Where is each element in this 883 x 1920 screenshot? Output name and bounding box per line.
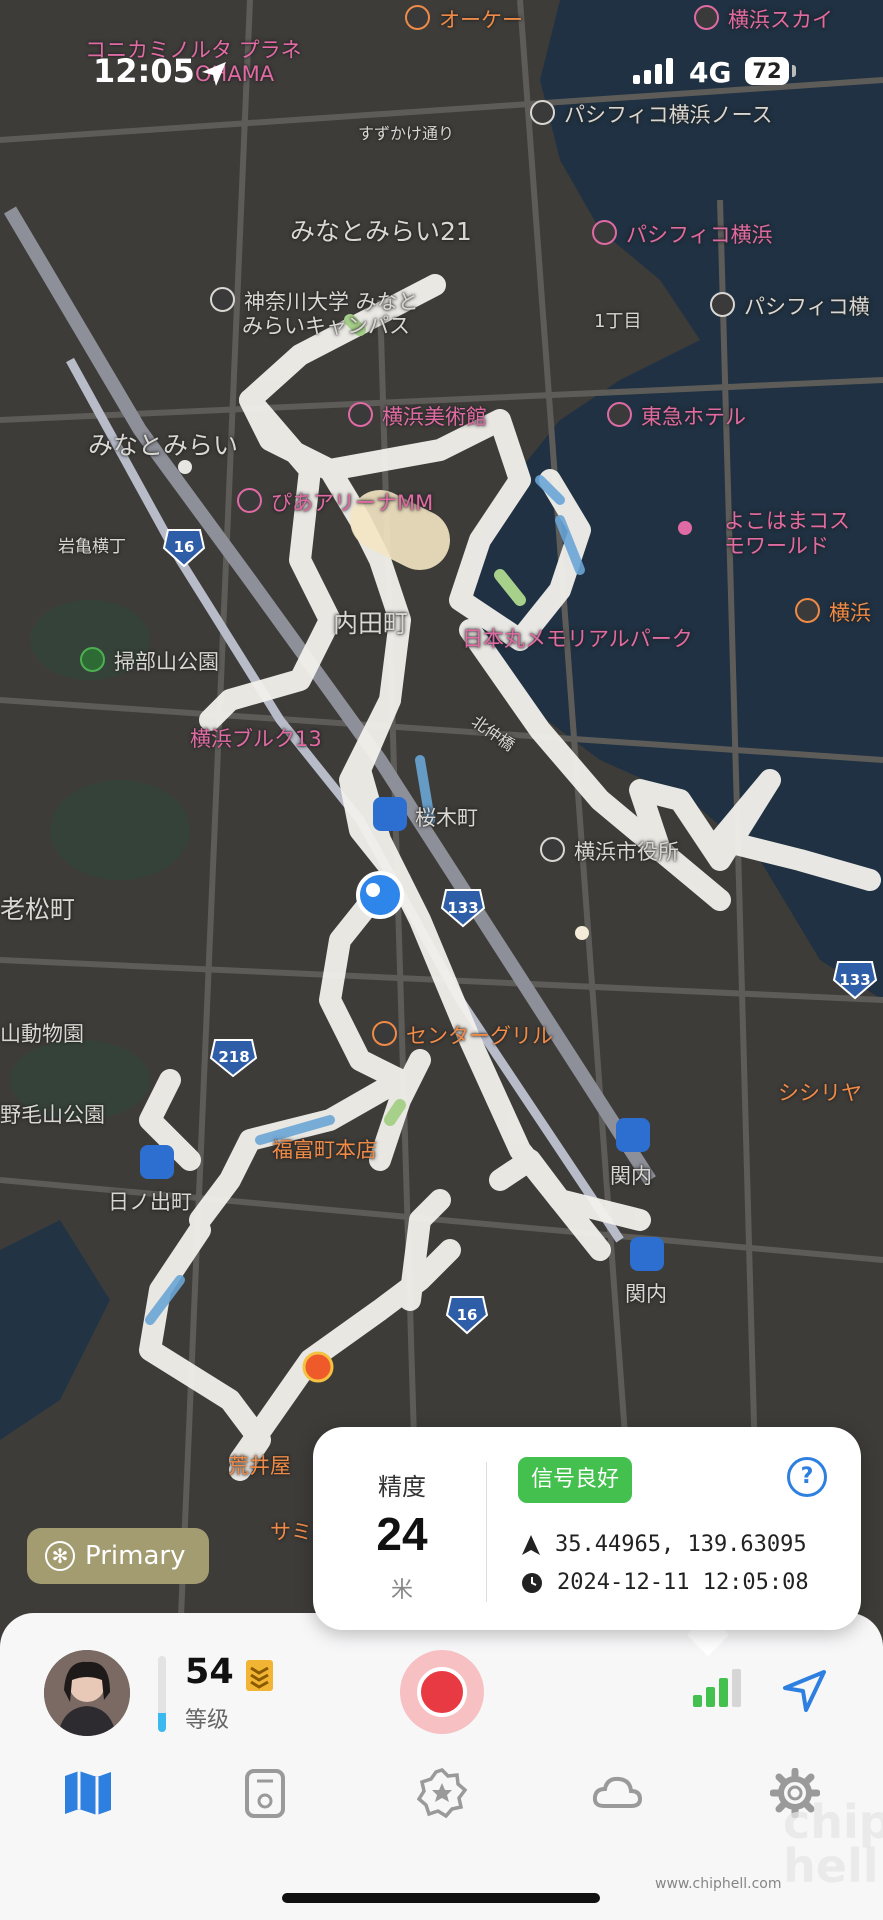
poi-pin-icon xyxy=(302,1351,334,1383)
current-location-marker xyxy=(356,871,404,919)
divider xyxy=(486,1462,487,1602)
map-label: サミ xyxy=(270,1520,312,1544)
map-label: 内田町 xyxy=(333,609,409,638)
cloud-icon[interactable] xyxy=(592,1768,642,1818)
map-label: みなとみらい21 xyxy=(290,217,472,246)
svg-text:133: 133 xyxy=(839,971,870,989)
map-label: 関内 xyxy=(625,1282,667,1306)
timestamp-value: 2024-12-11 12:05:08 xyxy=(557,1570,809,1595)
map-label: みらいキャンパス xyxy=(242,314,410,338)
help-icon[interactable]: ? xyxy=(787,1457,827,1497)
clock-icon xyxy=(522,1572,542,1593)
signal-status-badge: 信号良好 xyxy=(518,1457,632,1503)
record-button[interactable] xyxy=(400,1650,484,1734)
level-number: 54 xyxy=(185,1652,234,1692)
map-label: 東急ホテル xyxy=(607,401,746,431)
map-label: 桜木町 xyxy=(415,806,478,830)
watermark-site: www.chiphell.com xyxy=(655,1876,782,1892)
badge-star-icon[interactable] xyxy=(417,1768,467,1818)
accuracy-value: 24 xyxy=(376,1508,428,1560)
map-label: パシフィコ横浜 xyxy=(592,219,773,249)
station-icon xyxy=(140,1145,174,1179)
primary-label: Primary xyxy=(85,1541,186,1571)
accuracy-unit: 米 xyxy=(390,1578,413,1603)
map-label: パシフィコ横浜ノース xyxy=(530,99,773,129)
map-label: 横浜スカイ xyxy=(694,4,833,34)
map-label: 横浜美術館 xyxy=(348,401,487,431)
svg-text:133: 133 xyxy=(447,899,478,917)
map-label: 岩亀横丁 xyxy=(58,537,126,557)
rank-chevron-icon xyxy=(246,1660,273,1691)
level-progress-bar xyxy=(158,1656,166,1732)
map-label: 関内 xyxy=(610,1164,652,1188)
map-label: 掃部山公園 xyxy=(80,646,219,676)
map-label: パシフィコ横 xyxy=(710,291,870,321)
station-icon xyxy=(616,1118,650,1152)
map-label: 野毛山公園 xyxy=(0,1103,105,1127)
watermark-logo: chip hell xyxy=(783,1795,883,1893)
map-label: 横浜市役所 xyxy=(540,836,679,866)
battery-nub xyxy=(792,65,796,77)
level-label: 等级 xyxy=(185,1708,230,1733)
map-label: 山動物園 xyxy=(0,1022,84,1046)
map-label: ぴあアリーナMM xyxy=(237,487,433,517)
map-icon[interactable] xyxy=(63,1768,113,1818)
map-label: 横浜 xyxy=(795,597,871,627)
map-label: 1丁目 xyxy=(594,311,642,332)
coordinates-row: 35.44965, 139.63095 xyxy=(521,1532,807,1557)
gps-signal-strength-icon xyxy=(693,1669,741,1707)
network-type: 4G xyxy=(689,56,732,89)
map-label: 日ノ出町 xyxy=(108,1190,192,1214)
map-label: 日本丸メモリアルパーク xyxy=(462,627,693,651)
station-icon xyxy=(373,797,407,831)
avatar-image xyxy=(44,1650,130,1736)
map-label: シシリヤ xyxy=(778,1081,862,1105)
accuracy-label: 精度 xyxy=(378,1473,426,1501)
cellular-signal-icon xyxy=(633,58,677,84)
level-progress-fill xyxy=(158,1713,166,1732)
battery-icon: 72 xyxy=(745,57,789,85)
map-view[interactable]: 16 133 133 218 16 オーケー 横浜スカイ コニカミノルタ プラネ… xyxy=(0,0,883,1640)
coordinates-value: 35.44965, 139.63095 xyxy=(555,1532,807,1557)
device-icon[interactable] xyxy=(240,1768,290,1818)
status-time: 12:05 xyxy=(93,52,195,90)
map-label: 福富町本店 xyxy=(272,1138,377,1162)
primary-layer-button[interactable]: ✻ Primary xyxy=(27,1528,209,1584)
map-label: オーケー xyxy=(405,4,523,34)
svg-text:16: 16 xyxy=(457,1306,478,1324)
navigation-arrow-icon xyxy=(522,1534,540,1555)
station-icon xyxy=(630,1237,664,1271)
home-indicator[interactable] xyxy=(282,1893,600,1903)
asterisk-icon: ✻ xyxy=(45,1541,75,1571)
map-label: みなとみらい xyxy=(88,431,239,460)
navigate-arrow-icon[interactable] xyxy=(782,1670,826,1712)
accuracy-popup: 精度 24 米 信号良好 ? 35.44965, 139.63095 2024-… xyxy=(313,1427,861,1630)
map-label: モワールド xyxy=(724,534,829,558)
location-arrow-icon xyxy=(202,62,226,86)
map-label: すずかけ通り xyxy=(358,124,455,143)
timestamp-row: 2024-12-11 12:05:08 xyxy=(521,1570,809,1595)
route-16-shield: 16 xyxy=(174,538,195,556)
map-label: 横浜ブルク13 xyxy=(190,727,322,751)
map-label: 老松町 xyxy=(0,895,76,924)
map-label: 荒井屋 xyxy=(228,1454,291,1478)
map-label: センターグリル xyxy=(372,1020,553,1050)
svg-text:218: 218 xyxy=(218,1048,249,1066)
avatar[interactable] xyxy=(44,1650,130,1736)
record-dot-icon xyxy=(417,1667,467,1717)
